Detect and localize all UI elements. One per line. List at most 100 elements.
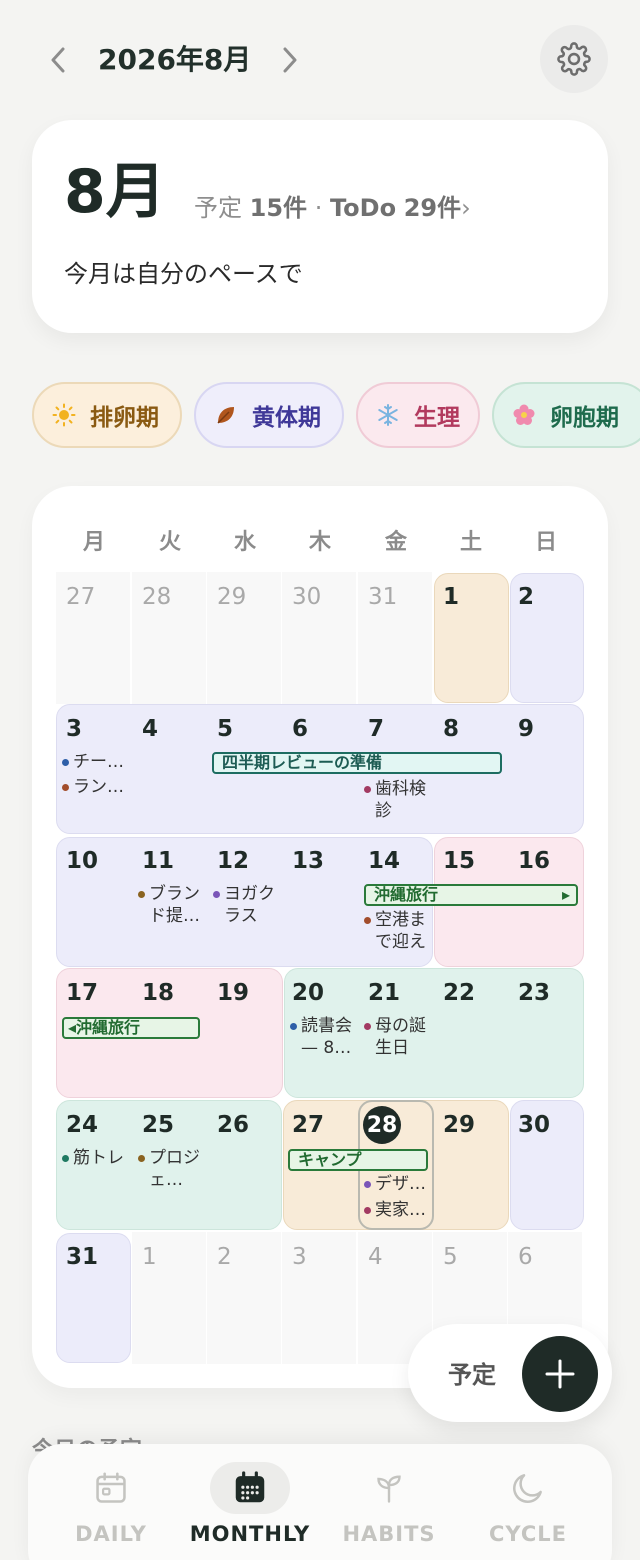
chip-label: 排卵期 <box>90 405 159 431</box>
event-bar-trip[interactable]: 沖縄旅行 ▸ <box>364 884 578 906</box>
weekday-label: 土 <box>459 530 482 555</box>
weekday-label: 水 <box>233 530 256 555</box>
calendar-day-cell[interactable]: 4 <box>132 704 208 836</box>
chevron-left-icon <box>51 47 65 73</box>
event-dot <box>364 917 371 924</box>
tab-daily[interactable]: DAILY <box>41 1462 181 1552</box>
events-count: 15件 <box>249 194 308 222</box>
chip-follicular[interactable]: 卵胞期 <box>492 382 640 448</box>
event-dot <box>364 1207 371 1214</box>
prev-month-button[interactable] <box>40 40 76 80</box>
day-number: 3 <box>66 716 83 742</box>
settings-button[interactable] <box>540 25 608 93</box>
tab-cycle[interactable]: CYCLE <box>458 1462 598 1552</box>
event-item[interactable]: ラン… <box>62 776 130 798</box>
day-number: 17 <box>66 980 99 1006</box>
event-item[interactable]: 母の誕生日 <box>364 1015 430 1059</box>
event-item[interactable]: ヨガクラス <box>213 883 279 927</box>
chip-period[interactable]: 生理 <box>356 382 480 448</box>
calendar-day-cell[interactable]: 1 <box>132 1232 208 1364</box>
event-item[interactable]: 実家… <box>364 1199 430 1221</box>
day-number: 15 <box>443 848 476 874</box>
day-number: 13 <box>292 848 325 874</box>
day-number: 22 <box>443 980 476 1006</box>
stats-separator: · <box>314 194 323 222</box>
day-number: 31 <box>368 584 398 610</box>
event-item[interactable]: ブランド提… <box>138 883 204 927</box>
weekday-label: 日 <box>534 530 557 555</box>
event-item[interactable]: デザ… <box>364 1173 430 1195</box>
event-item[interactable]: プロジェ… <box>138 1147 204 1191</box>
sun-icon <box>52 403 76 427</box>
calendar-day-cell[interactable]: 31 <box>56 1232 132 1364</box>
event-bar-trip-continued[interactable]: ◂沖縄旅行 <box>62 1017 200 1039</box>
event-item[interactable]: 歯科検診 <box>364 778 430 822</box>
month-title: 2026年8月 <box>98 43 252 76</box>
calendar-day-cell[interactable]: 26 <box>207 1100 283 1232</box>
day-number: 10 <box>66 848 99 874</box>
summary-stats-link[interactable]: 予定 15件 · ToDo 29件› <box>194 190 471 226</box>
chip-ovulation[interactable]: 排卵期 <box>32 382 182 448</box>
flower-icon <box>512 403 536 427</box>
calendar-day-cell[interactable]: 2 <box>508 572 584 704</box>
event-item[interactable]: チー… <box>62 751 130 773</box>
day-number: 16 <box>518 848 551 874</box>
day-number: 29 <box>443 1112 476 1138</box>
calendar-day-cell[interactable]: 29 <box>433 1100 509 1232</box>
plus-icon <box>545 1359 575 1389</box>
calendar-day-cell[interactable]: 1 <box>433 572 509 704</box>
event-item[interactable]: 筋トレ <box>62 1147 128 1169</box>
gear-icon <box>557 42 591 76</box>
calendar-day-cell[interactable]: 28 <box>132 572 208 704</box>
day-number: 7 <box>368 716 385 742</box>
tab-label: MONTHLY <box>189 1522 311 1546</box>
tab-habits[interactable]: HABITS <box>319 1462 459 1552</box>
tab-label: HABITS <box>342 1522 436 1546</box>
add-event-label: 予定 <box>448 1361 496 1389</box>
add-event-button[interactable] <box>522 1336 598 1412</box>
day-number: 5 <box>217 716 234 742</box>
event-item[interactable]: 空港まで迎え <box>364 909 430 953</box>
events-label: 予定 <box>194 194 242 222</box>
chip-label: 卵胞期 <box>550 405 619 431</box>
day-number: 4 <box>142 716 159 742</box>
calendar-day-cell[interactable]: 13 <box>282 836 358 968</box>
event-dot <box>364 1181 371 1188</box>
add-event-pill[interactable]: 予定 <box>408 1324 612 1422</box>
day-number: 8 <box>443 716 460 742</box>
calendar-day-cell[interactable]: 29 <box>207 572 283 704</box>
calendar-day-cell[interactable]: 23 <box>508 968 584 1100</box>
event-item[interactable]: 読書会 — 8… <box>290 1015 356 1059</box>
calendar-day-cell[interactable]: 30 <box>282 572 358 704</box>
calendar-day-cell[interactable]: 19 <box>207 968 283 1100</box>
day-number: 27 <box>66 584 96 610</box>
weekday-label: 金 <box>384 530 407 555</box>
day-number: 5 <box>443 1244 458 1270</box>
event-dot <box>62 1155 69 1162</box>
day-number: 14 <box>368 848 401 874</box>
summary-message: 今月は自分のペースで <box>64 260 303 288</box>
calendar-day-cell[interactable]: 10 <box>56 836 132 968</box>
day-number: 20 <box>292 980 325 1006</box>
day-number: 25 <box>142 1112 175 1138</box>
calendar-day-cell[interactable]: 2 <box>207 1232 283 1364</box>
day-number: 1 <box>142 1244 157 1270</box>
event-bar-camp[interactable]: キャンプ <box>288 1149 428 1171</box>
calendar-day-cell[interactable]: 3 <box>282 1232 358 1364</box>
event-dot <box>62 784 69 791</box>
day-number: 2 <box>217 1244 232 1270</box>
calendar-day-cell[interactable]: 27 <box>56 572 132 704</box>
event-dot <box>290 1023 297 1030</box>
day-number: 3 <box>292 1244 307 1270</box>
event-dot <box>62 759 69 766</box>
calendar-day-cell[interactable]: 9 <box>508 704 584 836</box>
chip-luteal[interactable]: 黄体期 <box>194 382 344 448</box>
calendar-day-cell[interactable]: 22 <box>433 968 509 1100</box>
next-month-button[interactable] <box>272 40 308 80</box>
tab-monthly[interactable]: MONTHLY <box>180 1462 320 1552</box>
calendar-day-cell[interactable]: 30 <box>508 1100 584 1232</box>
day-number: 9 <box>518 716 535 742</box>
calendar-day-cell[interactable]: 31 <box>358 572 434 704</box>
event-bar-review[interactable]: 四半期レビューの準備 <box>212 752 502 774</box>
chip-label: 黄体期 <box>252 405 321 431</box>
